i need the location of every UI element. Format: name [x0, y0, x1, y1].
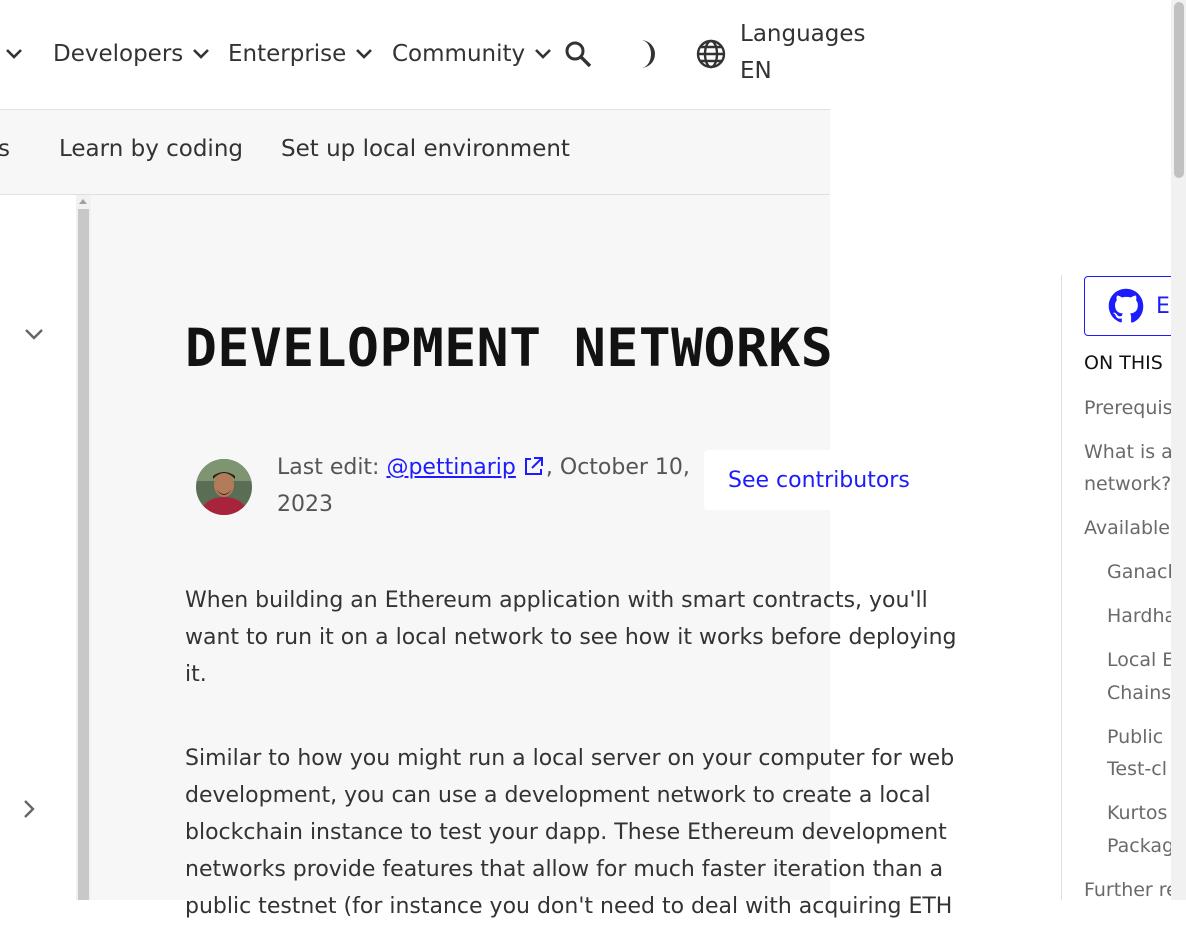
sidebar-scrollbar-thumb[interactable]	[78, 209, 89, 900]
toc-item-ganache[interactable]: Ganacl	[1107, 556, 1173, 589]
toc-item-kurtosis[interactable]: Kurtos	[1107, 797, 1167, 830]
language-button[interactable]	[693, 36, 729, 72]
nav-enterprise[interactable]: Enterprise	[228, 34, 374, 74]
subnav-item-partial[interactable]: s	[0, 136, 10, 162]
language-code: EN	[740, 58, 772, 84]
chevron-down-icon	[6, 49, 22, 59]
sidebar-scrollbar[interactable]	[76, 195, 91, 900]
search-button[interactable]	[562, 38, 594, 70]
left-sidebar	[0, 195, 76, 900]
subnav-set-up-local-environment[interactable]: Set up local environment	[281, 136, 570, 162]
toc-item-what-is-a[interactable]: What is a	[1084, 436, 1173, 469]
toc-item-public[interactable]: Public	[1107, 721, 1163, 754]
subnav-learn-by-coding[interactable]: Learn by coding	[59, 136, 243, 162]
nav-community[interactable]: Community	[392, 34, 553, 74]
language-label: Languages	[740, 21, 866, 47]
author-link[interactable]: @pettinarip	[386, 455, 515, 480]
last-edit-prefix: Last edit:	[277, 455, 387, 480]
toc-item-test-chains[interactable]: Test-cl	[1107, 753, 1167, 786]
chevron-down-icon	[25, 329, 43, 340]
toc-item-local-e[interactable]: Local E	[1107, 644, 1174, 677]
nav-developers-label: Developers	[53, 41, 184, 67]
toc-item-package[interactable]: Packag	[1107, 830, 1174, 863]
sidebar-next-button[interactable]	[22, 798, 36, 824]
scroll-up-arrow-icon[interactable]	[79, 199, 87, 204]
see-contributors-button[interactable]: See contributors	[704, 450, 914, 510]
chevron-down-icon	[193, 49, 210, 59]
github-icon	[1108, 288, 1144, 323]
nav-community-label: Community	[392, 41, 526, 67]
nav-enterprise-label: Enterprise	[228, 41, 347, 67]
toc-item-network[interactable]: network?	[1084, 468, 1171, 501]
page-scrollbar[interactable]	[1171, 0, 1186, 900]
body-paragraph: Similar to how you might run a local ser…	[185, 746, 955, 919]
search-icon	[565, 41, 592, 68]
toc-item-chains[interactable]: Chains	[1107, 677, 1171, 710]
toc-item-prerequisites[interactable]: Prerequis	[1084, 392, 1173, 425]
author-avatar	[196, 459, 252, 515]
toc-item-available[interactable]: Available	[1084, 512, 1170, 545]
toc-item-further-reading[interactable]: Further re	[1084, 874, 1178, 907]
theme-toggle-button[interactable]	[628, 37, 662, 71]
toc-item-hardhat[interactable]: Hardha	[1107, 600, 1176, 633]
moon-icon	[641, 40, 655, 68]
right-rail-divider	[1061, 275, 1062, 900]
see-contributors-label: See contributors	[728, 467, 910, 493]
chevron-down-icon	[356, 49, 373, 59]
nav-developers[interactable]: Developers	[53, 34, 211, 74]
chevron-down-icon	[535, 49, 552, 59]
nav-chevron-partial[interactable]	[0, 34, 24, 74]
globe-icon	[696, 39, 726, 69]
external-link-icon	[524, 457, 543, 475]
on-this-page-heading: ON THIS	[1084, 352, 1163, 374]
page-scrollbar-thumb[interactable]	[1174, 2, 1184, 178]
language-selector[interactable]: Languages EN	[740, 16, 866, 90]
chevron-right-icon	[24, 800, 35, 818]
page-title: DEVELOPMENT NETWORKS	[185, 318, 834, 379]
last-edit-info: Last edit: @pettinarip, October 10, 2023	[277, 449, 697, 523]
intro-paragraph: When building an Ethereum application wi…	[185, 588, 957, 687]
sidebar-expand-button[interactable]	[24, 326, 44, 345]
